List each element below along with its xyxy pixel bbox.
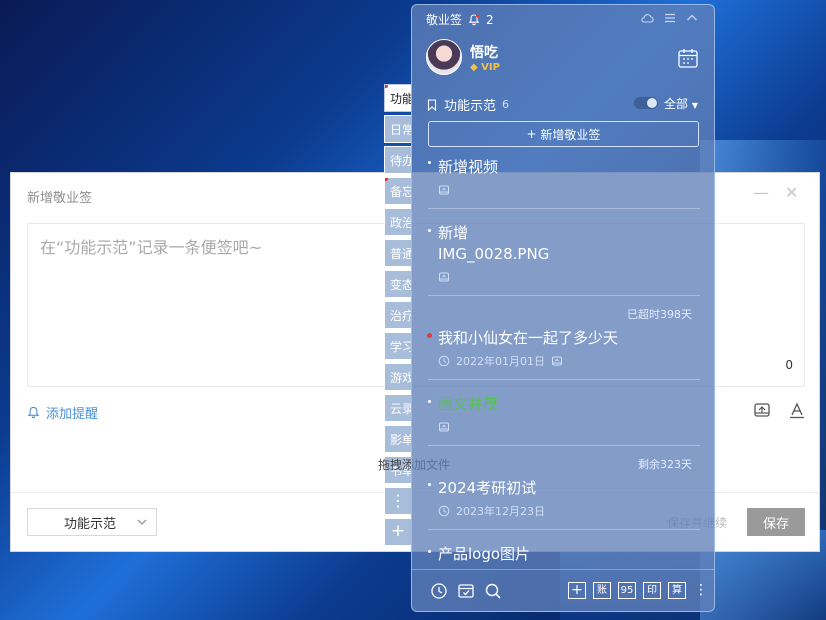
tab-category[interactable]: 待办 [384,146,412,174]
category-select[interactable]: 功能示范 [27,508,157,536]
add-box-button[interactable]: + [568,582,586,599]
filter-dropdown[interactable]: 全部 ▼ [664,95,698,112]
category-select-value: 功能示范 [64,516,117,532]
tab-category[interactable]: 政治 [384,208,412,236]
folder-count: 6 [502,98,510,111]
vip-badge: ◆ VIP [470,61,500,73]
folder-name: 功能示范 [444,99,497,114]
more-icon[interactable]: ⋮ [692,582,710,600]
note-bullet-red [427,333,432,338]
close-icon[interactable]: ✕ [785,183,798,202]
caret-down-icon: ▼ [691,101,698,110]
note-title: 新增 IMG_0028.PNG [438,224,550,263]
char-count: 0 [785,358,793,372]
attachment-icon[interactable] [753,401,771,419]
text-format-icon[interactable] [788,401,806,419]
tab-category[interactable]: 云录 [384,394,412,422]
attachment-icon [439,185,449,195]
user-name: 悟吃 [470,44,498,61]
note-bullet [428,400,431,403]
note-item[interactable]: 已超时398天 我和小仙女在一起了多少天 2022年01月01日 [427,296,700,380]
calculator-box-button[interactable]: 算 [668,582,686,599]
chevron-down-icon [137,519,147,525]
note-title: 我和小仙女在一起了多少天 [438,329,619,347]
panel-footer: + 账 95 印 算 ⋮ [412,569,714,611]
tab-category[interactable]: 变态 [384,270,412,298]
note-bullet [428,550,431,553]
note-title: 产品logo图片 [438,545,531,563]
dialog-title: 新增敬业签 [27,191,93,206]
tab-category[interactable]: 影单 [384,425,412,453]
app-name: 敬业签 [426,13,463,27]
attachment-icon [552,356,562,366]
count-box-button[interactable]: 95 [618,582,636,599]
tab-category[interactable]: 学习 [384,332,412,360]
print-box-button[interactable]: 印 [643,582,661,599]
clock-icon[interactable] [430,582,448,600]
add-note-button[interactable]: + 新增敬业签 [428,121,699,147]
bookmark-icon [427,98,437,111]
notes-panel: 敬业签 2 悟吃 ◆ VIP 功能示范 6 全部 ▼ + 新增敬业签 新增视频 … [411,4,715,612]
menu-icon[interactable] [663,11,677,25]
chevron-up-icon[interactable] [685,11,699,25]
note-content-placeholder: 在“功能示范”记录一条便签吧~ [40,238,262,257]
note-status: 剩余323天 [638,458,692,471]
clock-icon [438,505,450,517]
save-button[interactable]: 保存 [747,508,805,536]
note-bullet [428,229,431,232]
clock-icon [438,355,450,367]
note-title: 图文并茂 [438,395,499,413]
note-item[interactable]: 新增 IMG_0028.PNG [428,209,700,296]
note-item[interactable]: 剩余323天 2024考研初试 2023年12月23日 [428,446,700,530]
cloud-sync-icon[interactable] [640,11,654,25]
note-title: 2024考研初试 [438,479,537,497]
attachment-icon [439,272,449,282]
panel-header: 敬业签 2 [426,11,494,28]
bell-icon[interactable] [468,13,480,26]
note-item[interactable]: 图文并茂 [428,380,700,446]
bell-icon [27,406,40,419]
add-category-button[interactable]: + [384,518,412,546]
note-title: 新增视频 [438,158,499,176]
notification-count: 2 [486,12,494,27]
note-date: 2022年01月01日 [456,355,545,368]
note-item[interactable]: 产品logo图片 [428,530,700,565]
note-list: 新增视频 新增 IMG_0028.PNG 已超时398天 我和小仙女在一起了多少… [412,155,714,565]
view-toggle[interactable] [634,97,658,109]
tab-category[interactable]: 日常 [384,115,412,143]
unread-dot [385,85,388,88]
note-status: 已超时398天 [627,308,692,321]
search-icon[interactable] [484,582,502,600]
note-bullet [428,161,431,164]
attachment-icon [439,422,449,432]
tab-category[interactable]: 备忘 [384,177,412,205]
tab-category[interactable]: 功能 [384,84,412,112]
note-item[interactable]: 新增视频 [428,155,700,209]
user-info[interactable]: 悟吃 ◆ VIP [426,39,500,75]
tab-category[interactable]: 游戏 [384,363,412,391]
calendar-icon[interactable] [677,47,699,69]
tab-category[interactable]: 治疗 [384,301,412,329]
archive-icon[interactable] [457,582,475,600]
note-bullet [428,483,431,486]
unread-dot [385,178,388,181]
account-box-button[interactable]: 账 [593,582,611,599]
folder-title[interactable]: 功能示范 6 [426,95,509,114]
add-reminder-button[interactable]: 添加提醒 [27,403,98,422]
avatar[interactable] [426,39,462,75]
note-date: 2023年12月23日 [456,505,545,518]
add-reminder-label: 添加提醒 [46,407,99,422]
tab-category[interactable]: 普通 [384,239,412,267]
minimize-icon[interactable]: — [753,183,769,202]
more-tabs-icon[interactable]: ⋮ [384,487,412,515]
